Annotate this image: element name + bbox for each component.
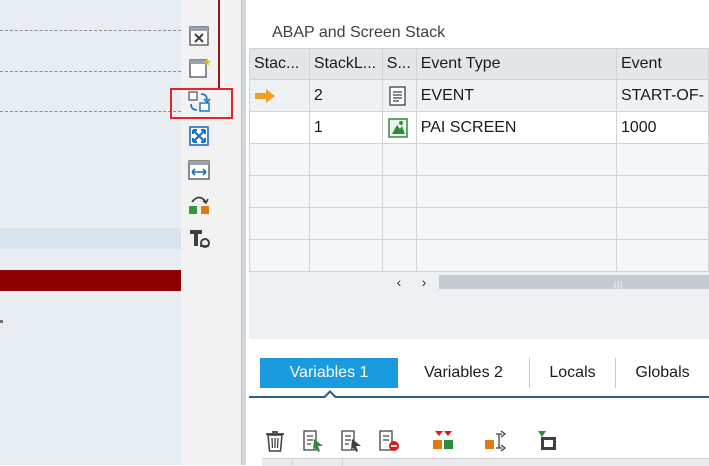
- tool-settings-icon[interactable]: [187, 226, 211, 250]
- horizontal-scrollbar[interactable]: ‹ › |||: [384, 273, 709, 291]
- stack-tool-panel: ABAP and Screen Stack Stac... StackL... …: [246, 14, 709, 466]
- scrollbar-track[interactable]: |||: [439, 275, 709, 289]
- maximize-tool-icon[interactable]: [187, 124, 211, 148]
- divider-line: [0, 30, 181, 31]
- event-type-cell: EVENT: [415, 79, 617, 112]
- highlight-box: [170, 88, 233, 119]
- stack-table: Stac... StackL... S... Event Type Event …: [249, 48, 709, 272]
- variable-details-icon[interactable]: [338, 428, 364, 454]
- scroll-right-icon[interactable]: ›: [414, 273, 434, 291]
- error-code-line[interactable]: [0, 270, 181, 291]
- divider-line: [0, 111, 181, 112]
- panel-title: ABAP and Screen Stack: [272, 24, 446, 41]
- full-width-icon[interactable]: [187, 158, 211, 182]
- column-header-s[interactable]: S...: [381, 48, 417, 80]
- swap-tools-icon[interactable]: [187, 192, 211, 216]
- delete-icon[interactable]: [262, 428, 288, 454]
- divider-line: [0, 71, 181, 72]
- callout-pointer: [218, 0, 220, 90]
- table-header-row: Stac... StackL... S... Event Type Event: [249, 48, 709, 80]
- empty-row: [249, 207, 709, 240]
- cursor-mark: [0, 320, 3, 323]
- source-code-pane: [0, 0, 181, 465]
- tab-variables-1[interactable]: Variables 1: [260, 358, 398, 388]
- tool-toolbar: [181, 0, 241, 465]
- close-tool-icon[interactable]: [187, 24, 211, 48]
- new-tool-icon[interactable]: [187, 56, 211, 80]
- stack-level-cell: 2: [308, 79, 383, 112]
- selected-code-line[interactable]: [0, 228, 181, 249]
- change-value-icon[interactable]: [482, 428, 508, 454]
- event-type-cell: PAI SCREEN: [415, 111, 617, 144]
- screen-icon: [388, 117, 408, 138]
- delete-watchpoint-icon[interactable]: [376, 428, 402, 454]
- current-position-arrow-icon: [255, 88, 275, 103]
- event-cell: START-OF-: [615, 79, 709, 112]
- empty-row: [249, 175, 709, 208]
- tab-variables-2[interactable]: Variables 2: [398, 358, 530, 388]
- tab-underline: [249, 396, 709, 398]
- table-row[interactable]: 1 PAI SCREEN 1000: [249, 111, 709, 144]
- scrollbar-grip-icon[interactable]: |||: [614, 280, 623, 289]
- save-variable-icon[interactable]: [534, 428, 560, 454]
- type-icon-cell: [381, 79, 417, 112]
- variables-toolbar: [260, 428, 700, 454]
- column-header-stack[interactable]: Stac...: [249, 48, 310, 80]
- event-cell: 1000: [615, 111, 709, 144]
- active-tab-notch-inner: [325, 393, 335, 398]
- select-variable-icon[interactable]: [300, 428, 326, 454]
- empty-row: [249, 143, 709, 176]
- stack-grid: Stac... StackL... S... Event Type Event …: [249, 48, 709, 339]
- scroll-left-icon[interactable]: ‹: [389, 273, 409, 291]
- current-line-cell: [249, 111, 310, 144]
- tab-globals[interactable]: Globals: [616, 358, 709, 388]
- stack-level-cell: 1: [308, 111, 383, 144]
- column-header-event[interactable]: Event: [615, 48, 709, 80]
- tab-locals[interactable]: Locals: [530, 358, 616, 388]
- column-header-stack-level[interactable]: StackL...: [308, 48, 383, 80]
- empty-row: [249, 239, 709, 272]
- column-header-event-type[interactable]: Event Type: [415, 48, 617, 80]
- table-row[interactable]: 2 EVENT START-OF-: [249, 79, 709, 112]
- event-document-icon: [389, 85, 406, 106]
- current-line-cell: [249, 79, 310, 112]
- compare-icon[interactable]: [430, 428, 456, 454]
- type-icon-cell: [381, 111, 417, 144]
